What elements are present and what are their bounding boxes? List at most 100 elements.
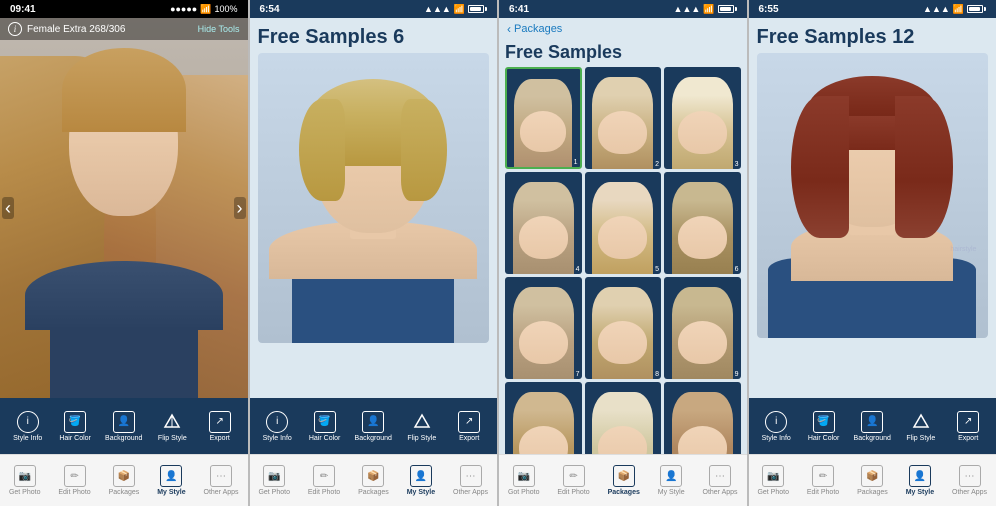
my-style-nav-2[interactable]: 👤 My Style: [407, 465, 435, 496]
hide-tools-btn[interactable]: Hide Tools: [198, 24, 240, 34]
wifi-4: 📶: [953, 4, 964, 15]
grid-cell-5[interactable]: 5: [585, 172, 662, 274]
phone-3: 6:41 ▲▲▲ 📶 ‹ Packages Free Samples: [499, 0, 749, 506]
grid-cell-4[interactable]: 4: [505, 172, 582, 274]
back-bar-3[interactable]: ‹ Packages: [499, 18, 747, 40]
my-style-icon-1: 👤: [160, 465, 182, 487]
edit-icon-1: ✏: [64, 465, 86, 487]
grid-cell-8[interactable]: 8: [585, 277, 662, 379]
packages-icon-4: 📦: [861, 465, 883, 487]
style-info-btn-4[interactable]: i Style Info: [759, 411, 794, 442]
grid-cell-3[interactable]: 3: [664, 67, 741, 169]
flip-style-btn-4[interactable]: Flip Style: [903, 411, 938, 442]
other-apps-icon-2: ⋯: [460, 465, 482, 487]
style-info-btn-1[interactable]: i Style Info: [10, 411, 45, 442]
arrow-left-1[interactable]: ‹: [2, 197, 14, 219]
grid-cell-11[interactable]: 11: [585, 382, 662, 454]
flip-style-btn-1[interactable]: Flip Style: [155, 411, 190, 442]
edit-icon-3: ✏: [563, 465, 585, 487]
export-icon-4: ↗: [957, 411, 979, 433]
wifi-3: 📶: [703, 4, 714, 15]
signal-2: ▲▲▲: [424, 4, 451, 14]
edit-photo-nav-2[interactable]: ✏ Edit Photo: [308, 465, 340, 496]
background-icon-1: 👤: [113, 411, 135, 433]
phone-2: 6:54 ▲▲▲ 📶 Free Samples 6: [250, 0, 500, 506]
phone3-title: Free Samples: [505, 42, 741, 63]
hair-color-btn-4[interactable]: 🪣 Hair Color: [806, 411, 841, 442]
other-apps-nav-4[interactable]: ⋯ Other Apps: [952, 465, 987, 496]
other-apps-nav-1[interactable]: ⋯ Other Apps: [204, 465, 239, 496]
get-photo-nav-4[interactable]: 📷 Get Photo: [757, 465, 789, 496]
my-style-nav-1[interactable]: 👤 My Style: [157, 465, 185, 496]
toolbar-1: i Style Info 🪣 Hair Color 👤 Background F…: [0, 398, 248, 454]
phone2-title: Free Samples 6: [258, 26, 490, 49]
other-apps-nav-2[interactable]: ⋯ Other Apps: [453, 465, 488, 496]
back-label-3: Packages: [514, 23, 562, 35]
signal-3: ▲▲▲: [674, 4, 701, 14]
time-4: 6:55: [759, 4, 779, 15]
export-btn-4[interactable]: ↗ Export: [951, 411, 986, 442]
wifi-2: 📶: [454, 4, 465, 15]
my-style-nav-3[interactable]: 👤 My Style: [658, 465, 685, 496]
watermark-4: hairstyle: [950, 246, 976, 253]
export-icon-2: ↗: [458, 411, 480, 433]
export-icon-1: ↗: [209, 411, 231, 433]
battery-4: [967, 5, 986, 13]
grid-cell-6[interactable]: 6: [664, 172, 741, 274]
background-icon-2: 👤: [362, 411, 384, 433]
grid-cell-10[interactable]: 10: [505, 382, 582, 454]
hairstyle-grid: 1 2 3 4: [505, 67, 741, 454]
hair-color-icon-1: 🪣: [64, 411, 86, 433]
grid-cell-9[interactable]: 9: [664, 277, 741, 379]
signal-4: ▲▲▲: [923, 4, 950, 14]
bottom-nav-2: 📷 Get Photo ✏ Edit Photo 📦 Packages 👤 My…: [250, 454, 498, 506]
my-style-icon-2: 👤: [410, 465, 432, 487]
time-3: 6:41: [509, 4, 529, 15]
edit-icon-2: ✏: [313, 465, 335, 487]
get-photo-nav-1[interactable]: 📷 Get Photo: [9, 465, 41, 496]
hair-color-icon-2: 🪣: [314, 411, 336, 433]
background-btn-2[interactable]: 👤 Background: [355, 411, 392, 442]
flip-style-btn-2[interactable]: Flip Style: [404, 411, 439, 442]
export-btn-1[interactable]: ↗ Export: [202, 411, 237, 442]
edit-photo-nav-4[interactable]: ✏ Edit Photo: [807, 465, 839, 496]
get-photo-nav-2[interactable]: 📷 Get Photo: [258, 465, 290, 496]
hair-color-btn-1[interactable]: 🪣 Hair Color: [58, 411, 93, 442]
hair-color-btn-2[interactable]: 🪣 Hair Color: [307, 411, 342, 442]
packages-nav-3[interactable]: 📦 Packages: [608, 465, 640, 496]
other-apps-nav-3[interactable]: ⋯ Other Apps: [703, 465, 738, 496]
style-info-btn-2[interactable]: i Style Info: [260, 411, 295, 442]
edit-photo-nav-1[interactable]: ✏ Edit Photo: [58, 465, 90, 496]
bottom-nav-4: 📷 Get Photo ✏ Edit Photo 📦 Packages 👤 My…: [749, 454, 996, 506]
arrow-right-1[interactable]: ›: [234, 197, 246, 219]
phone1-header: i Female Extra 268/306 Hide Tools: [0, 18, 248, 40]
edit-photo-nav-3[interactable]: ✏ Edit Photo: [557, 465, 589, 496]
battery-2: [468, 5, 487, 13]
info-icon-1[interactable]: i: [8, 22, 22, 36]
style-info-icon-1: i: [17, 411, 39, 433]
grid-cell-1[interactable]: 1: [505, 67, 582, 169]
grid-cell-12[interactable]: 12: [664, 382, 741, 454]
wifi-1: 📶: [200, 4, 211, 15]
export-btn-2[interactable]: ↗ Export: [452, 411, 487, 442]
bottom-nav-3: 📷 Got Photo ✏ Edit Photo 📦 Packages 👤 My…: [499, 454, 747, 506]
background-btn-1[interactable]: 👤 Background: [105, 411, 142, 442]
grid-cell-7[interactable]: 7: [505, 277, 582, 379]
packages-nav-4[interactable]: 📦 Packages: [857, 465, 888, 496]
camera-icon-2: 📷: [263, 465, 285, 487]
grid-cell-2[interactable]: 2: [585, 67, 662, 169]
status-bar-2: 6:54 ▲▲▲ 📶: [250, 0, 498, 18]
battery-3: [718, 5, 737, 13]
packages-nav-1[interactable]: 📦 Packages: [109, 465, 140, 496]
get-photo-nav-3[interactable]: 📷 Got Photo: [508, 465, 540, 496]
my-style-nav-4[interactable]: 👤 My Style: [906, 465, 934, 496]
my-style-icon-3: 👤: [660, 465, 682, 487]
status-bar-4: 6:55 ▲▲▲ 📶: [749, 0, 996, 18]
toolbar-4: i Style Info 🪣 Hair Color 👤 Background F…: [749, 398, 996, 454]
background-btn-4[interactable]: 👤 Background: [854, 411, 891, 442]
packages-nav-2[interactable]: 📦 Packages: [358, 465, 389, 496]
camera-icon-4: 📷: [762, 465, 784, 487]
status-bar-3: 6:41 ▲▲▲ 📶: [499, 0, 747, 18]
phone4-title: Free Samples 12: [757, 26, 989, 49]
status-bar-1: 09:41 ●●●●● 📶 100%: [0, 0, 248, 18]
